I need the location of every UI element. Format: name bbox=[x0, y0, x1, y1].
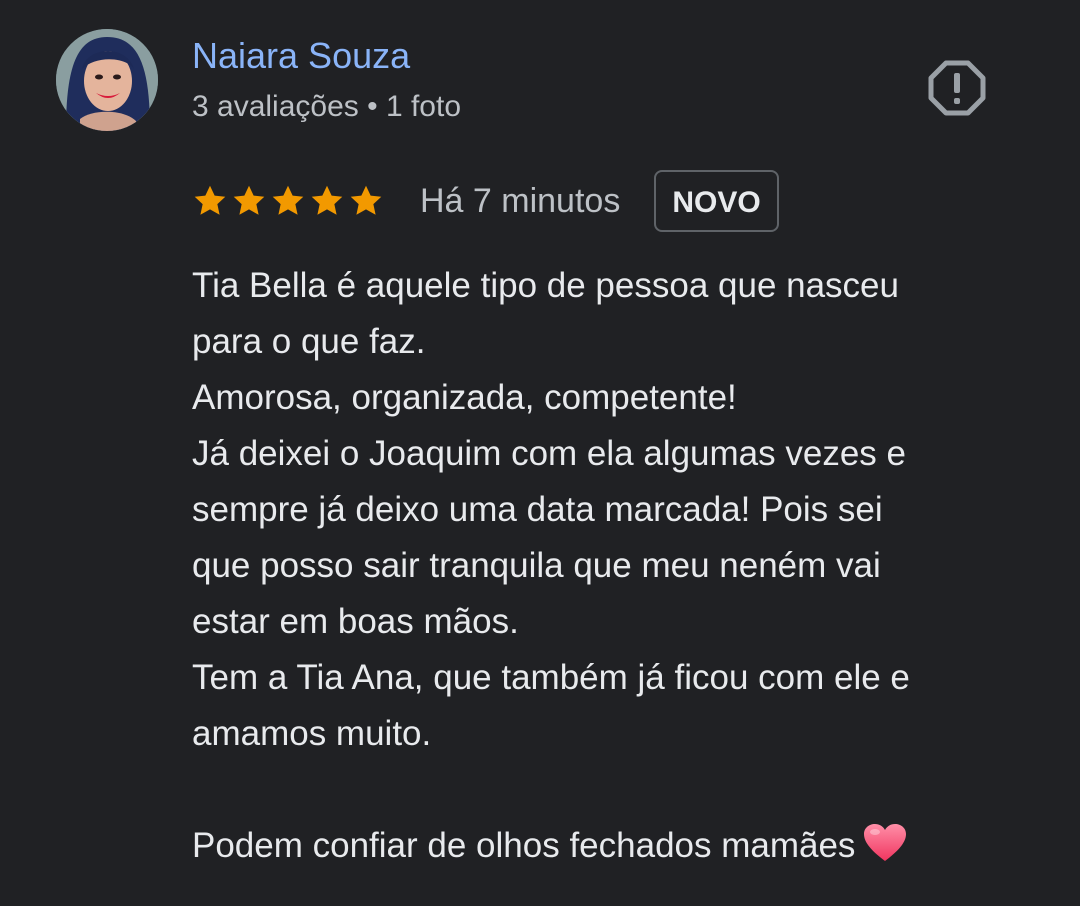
rating-row: Há 7 minutos NOVO bbox=[192, 168, 779, 234]
avatar-photo bbox=[56, 29, 158, 131]
review-line: Já deixei o Joaquim com ela algumas veze… bbox=[192, 434, 906, 473]
review-line: sempre já deixo uma data marcada! Pois s… bbox=[192, 490, 883, 529]
star-icon bbox=[194, 185, 226, 215]
reviewer-stats: 3 avaliações • 1 foto bbox=[192, 90, 462, 123]
star-icon bbox=[311, 185, 343, 215]
review-time: Há 7 minutos bbox=[420, 181, 621, 220]
star-icon bbox=[233, 185, 265, 215]
review-line: estar em boas mãos. bbox=[192, 602, 519, 641]
review-line: para o que faz. bbox=[192, 322, 426, 361]
star-icon bbox=[272, 185, 304, 215]
review-line: Tem a Tia Ana, que também já ficou com e… bbox=[192, 658, 910, 697]
avatar[interactable] bbox=[56, 29, 158, 131]
reviewer-name[interactable]: Naiara Souza bbox=[192, 34, 410, 78]
review-line bbox=[192, 762, 1052, 818]
review-text: Tia Bella é aquele tipo de pessoa que na… bbox=[192, 258, 1052, 874]
review-line: Amorosa, organizada, competente! bbox=[192, 378, 737, 417]
report-flag-icon[interactable] bbox=[928, 60, 986, 116]
new-badge: NOVO bbox=[654, 170, 779, 232]
star-rating bbox=[192, 183, 384, 219]
review-line: amamos muito. bbox=[192, 714, 432, 753]
heart-emoji-icon bbox=[864, 824, 907, 861]
review-line: que posso sair tranquila que meu neném v… bbox=[192, 546, 881, 585]
review-line: Tia Bella é aquele tipo de pessoa que na… bbox=[192, 266, 899, 305]
star-icon bbox=[350, 185, 382, 215]
review-line: Podem confiar de olhos fechados mamães bbox=[192, 818, 1052, 874]
